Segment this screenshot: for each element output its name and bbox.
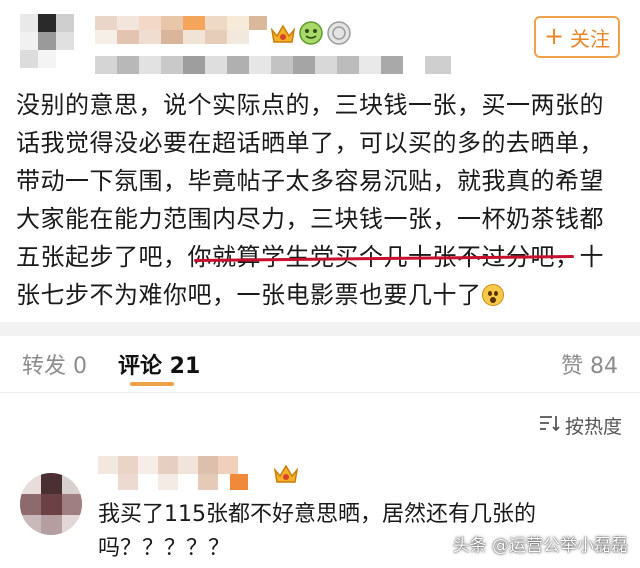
interaction-tabs: 转发 0 评论 21 赞 84 [0,336,640,388]
tab-likes[interactable]: 赞 84 [561,348,618,380]
commenter-avatar-pixelated[interactable] [20,473,82,535]
crown-icon [270,22,296,46]
active-tab-indicator [130,382,174,386]
follow-button-label: 关注 [570,26,611,51]
section-divider [0,322,640,336]
crown-icon [273,462,299,486]
silver-medal-icon [326,20,352,46]
poster-username-pixelated[interactable] [95,16,270,46]
sort-lines-icon [539,414,561,437]
tab-comments[interactable]: 评论 21 [118,348,200,380]
tab-repost[interactable]: 转发 0 [22,348,87,380]
plus-icon: + [543,22,565,50]
sort-by-popularity-button[interactable]: 按热度 [539,412,622,439]
follow-button[interactable]: + 关注 [534,16,620,58]
post-meta-pixelated [95,56,455,74]
poster-avatar-pixelated[interactable] [20,14,90,74]
shocked-face-emoji [481,284,504,306]
post-body: 没别的意思，说个实际点的，三块钱一张，买一两张的话我觉得没必要在超话晒单了，可以… [16,86,626,314]
tabs-divider [0,392,640,393]
green-face-badge-icon [298,20,324,46]
source-watermark: 头条 @运营公举小磊磊 [452,536,628,556]
commenter-username-pixelated[interactable] [98,456,273,492]
sort-label: 按热度 [564,416,622,438]
